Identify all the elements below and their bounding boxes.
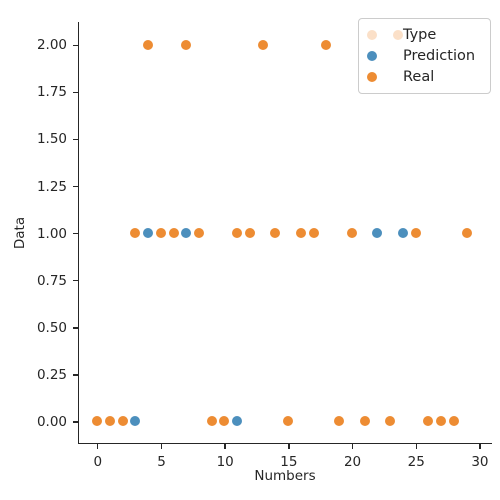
scatter-point: [92, 416, 103, 427]
scatter-point: [283, 416, 294, 427]
scatter-point: [359, 416, 370, 427]
y-axis-tick: 0.25: [37, 367, 78, 383]
y-axis-tick-label: 1.75: [36, 84, 67, 101]
scatter-point: [181, 228, 192, 238]
scatter-point: [244, 228, 255, 238]
legend-swatch-icon: [367, 71, 377, 82]
scatter-point: [346, 228, 357, 238]
scatter-point: [117, 416, 128, 427]
y-axis-tick: 1.50: [37, 131, 78, 147]
legend[interactable]: Type Prediction Real: [358, 18, 491, 94]
scatter-point: [321, 39, 332, 50]
legend-title-swatch-spacer-icon: [377, 25, 403, 44]
scatter-point: [372, 228, 383, 238]
x-axis-tick: 5: [157, 444, 166, 470]
scatter-point: [181, 39, 192, 50]
scatter-point: [270, 228, 281, 238]
y-axis-tick-label: 1.00: [36, 225, 67, 242]
y-axis-tick-label: 0.25: [36, 366, 67, 383]
legend-item-label: Prediction: [403, 47, 476, 64]
y-axis-tick: 0.00: [37, 414, 78, 430]
y-axis-spine: [78, 22, 80, 444]
y-axis-tick: 0.75: [37, 273, 78, 289]
y-axis-label: Data: [12, 216, 28, 250]
legend-swatch-icon: [367, 50, 377, 61]
y-axis-tick: 1.00: [37, 226, 78, 242]
scatter-point: [397, 228, 408, 238]
scatter-point: [295, 228, 306, 238]
scatter-point: [232, 416, 243, 427]
scatter-plot-figure: 0.00 0.25 0.50 0.75 1.00 1.25 1.50 1.75 2.00 0 5 1…: [0, 0, 500, 500]
x-axis-spine: [78, 442, 492, 444]
legend-title-swatch-icon: [367, 29, 377, 40]
scatter-point: [308, 228, 319, 238]
scatter-point: [436, 416, 447, 427]
scatter-point: [385, 416, 396, 427]
legend-item-label: Real: [403, 68, 435, 85]
scatter-point: [143, 39, 154, 50]
y-axis-tick: 1.75: [37, 84, 78, 100]
scatter-point: [104, 416, 115, 427]
scatter-point: [130, 416, 141, 427]
x-axis-tick: 20: [344, 444, 361, 470]
scatter-point: [130, 228, 141, 238]
y-axis-tick-label: 0.00: [36, 414, 67, 431]
x-axis-tick: 25: [408, 444, 425, 470]
scatter-point: [168, 228, 179, 238]
scatter-point: [143, 228, 154, 238]
x-axis-tick: 15: [280, 444, 297, 470]
x-axis-tick: 0: [93, 444, 102, 470]
scatter-point: [155, 228, 166, 238]
legend-entries: Prediction Real: [367, 45, 482, 87]
y-axis-tick: 2.00: [37, 37, 78, 53]
y-axis-tick-label: 1.25: [36, 178, 67, 195]
x-axis-label: Numbers: [254, 468, 316, 484]
y-axis-tick-label: 0.75: [36, 272, 67, 289]
legend-title-label: Type: [403, 26, 437, 43]
scatter-point: [206, 416, 217, 427]
y-axis-tick-label: 1.50: [36, 131, 67, 148]
legend-item-prediction[interactable]: Prediction: [367, 45, 482, 66]
legend-title-row: Type: [367, 24, 482, 45]
scatter-point: [334, 416, 345, 427]
scatter-point: [194, 228, 204, 238]
x-axis-tick: 30: [471, 444, 489, 470]
y-axis-tick: 0.50: [37, 320, 78, 336]
scatter-point: [410, 228, 421, 238]
y-axis-tick-label: 2.00: [36, 37, 67, 54]
x-axis-tick: 10: [217, 444, 234, 470]
scatter-point: [257, 39, 268, 50]
scatter-point: [423, 416, 434, 427]
scatter-point: [461, 228, 472, 238]
scatter-point: [232, 228, 243, 238]
scatter-point: [448, 416, 459, 427]
legend-item-real[interactable]: Real: [367, 66, 482, 87]
y-axis-tick: 1.25: [37, 179, 78, 195]
scatter-point: [219, 416, 230, 427]
y-axis-tick-label: 0.50: [36, 319, 67, 336]
